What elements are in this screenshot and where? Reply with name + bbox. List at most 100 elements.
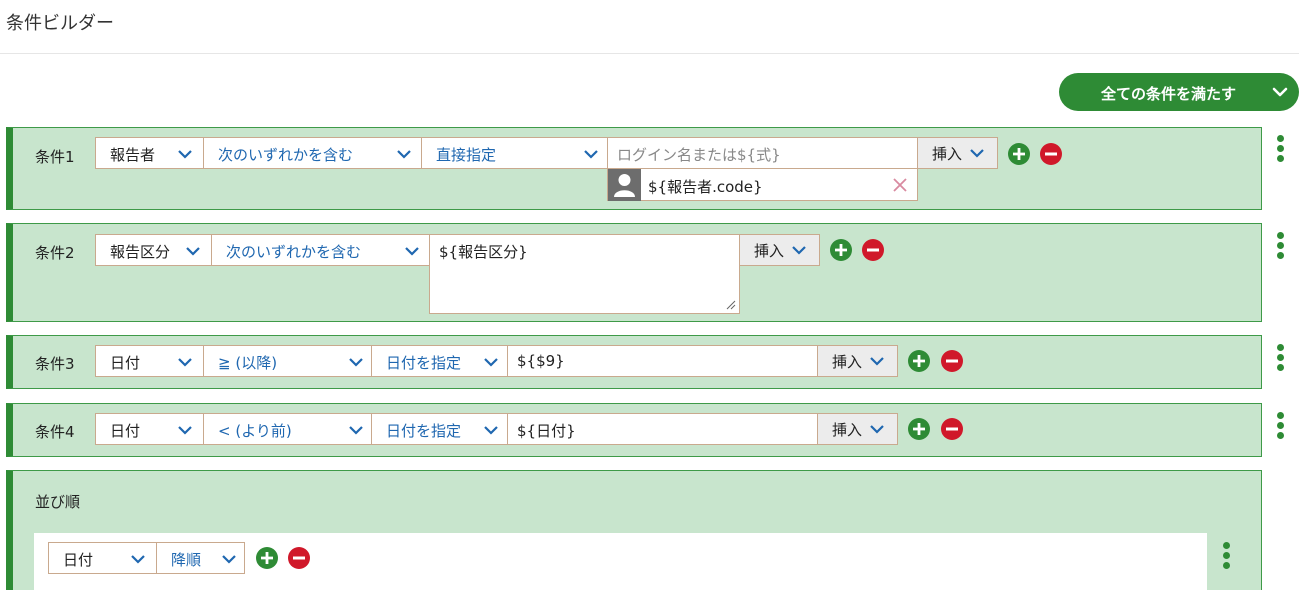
mode-select-value: 日付を指定 — [386, 422, 462, 440]
sort-field-select[interactable]: 日付 — [48, 542, 157, 574]
condition-3-panel: 条件3 日付 ≧ (以降) 日付を指定 ${$9} 挿入 — [6, 335, 1262, 389]
condition-3-menu-icon[interactable] — [1276, 344, 1284, 372]
operator-select-value: ≧ (以降) — [218, 354, 278, 372]
chevron-down-icon — [870, 357, 884, 366]
mode-select-value: 日付を指定 — [386, 354, 462, 372]
insert-button-label: 挿入 — [832, 421, 863, 439]
insert-button[interactable]: 挿入 — [739, 234, 820, 266]
condition-4-menu-icon[interactable] — [1276, 412, 1284, 440]
operator-select[interactable]: ≧ (以降) — [203, 345, 372, 377]
chevron-down-icon — [792, 246, 806, 255]
insert-button[interactable]: 挿入 — [917, 137, 998, 169]
field-select-value: 報告区分 — [110, 243, 171, 261]
minus-icon — [293, 556, 305, 560]
plus-icon — [835, 244, 847, 256]
field-select-value: 日付 — [110, 422, 141, 440]
operator-select-value: < (より前) — [218, 422, 292, 440]
user-chip: ${報告者.code} — [607, 168, 918, 201]
value-input[interactable]: ${$9} — [507, 345, 818, 377]
condition-1-panel: 条件1 報告者 次のいずれかを含む 直接指定 ログイン名または${式} 挿入 $… — [6, 127, 1262, 210]
minus-icon — [867, 248, 879, 252]
chevron-down-icon — [584, 150, 598, 159]
condition-label: 条件2 — [35, 244, 75, 262]
sort-field-value: 日付 — [63, 551, 94, 569]
field-select[interactable]: 日付 — [95, 345, 204, 377]
remove-condition-button[interactable] — [941, 418, 963, 440]
match-mode-label: 全ての条件を満たす — [1101, 85, 1237, 103]
add-condition-button[interactable] — [830, 239, 852, 261]
value-input[interactable]: ${日付} — [507, 413, 818, 445]
chevron-down-icon — [131, 555, 145, 564]
chevron-down-icon — [484, 426, 498, 435]
field-select[interactable]: 報告者 — [95, 137, 204, 169]
mode-select[interactable]: 直接指定 — [421, 137, 608, 169]
sort-row-menu-icon[interactable] — [1222, 542, 1230, 570]
mode-select[interactable]: 日付を指定 — [371, 345, 508, 377]
condition-2-panel: 条件2 報告区分 次のいずれかを含む ${報告区分} 挿入 — [6, 223, 1262, 322]
sort-direction-value: 降順 — [171, 551, 202, 569]
chevron-down-icon — [349, 426, 363, 435]
value-textarea[interactable]: ${報告区分} — [429, 234, 740, 314]
insert-button[interactable]: 挿入 — [817, 345, 898, 377]
add-condition-button[interactable] — [908, 418, 930, 440]
remove-condition-button[interactable] — [862, 239, 884, 261]
chevron-down-icon — [178, 358, 192, 367]
condition-2-menu-icon[interactable] — [1276, 232, 1284, 260]
sort-panel: 並び順 日付 降順 — [6, 470, 1262, 593]
header-divider — [0, 53, 1299, 54]
chevron-down-icon — [484, 358, 498, 367]
operator-select[interactable]: < (より前) — [203, 413, 372, 445]
minus-icon — [946, 359, 958, 363]
resize-handle-icon[interactable] — [726, 300, 736, 310]
add-condition-button[interactable] — [908, 350, 930, 372]
sort-row: 日付 降順 — [34, 533, 1230, 593]
mode-select-value: 直接指定 — [436, 146, 497, 164]
operator-select[interactable]: 次のいずれかを含む — [211, 234, 430, 266]
condition-4-panel: 条件4 日付 < (より前) 日付を指定 ${日付} 挿入 — [6, 403, 1262, 457]
chevron-down-icon — [870, 425, 884, 434]
field-select-value: 報告者 — [110, 146, 156, 164]
condition-label: 条件1 — [35, 148, 75, 166]
chevron-down-icon — [178, 426, 192, 435]
login-name-input[interactable]: ログイン名または${式} — [607, 137, 918, 169]
value-input-text: ${日付} — [517, 422, 576, 440]
chevron-down-icon — [397, 150, 411, 159]
remove-condition-button[interactable] — [941, 350, 963, 372]
field-select-value: 日付 — [110, 354, 141, 372]
plus-icon — [913, 423, 925, 435]
chevron-down-icon — [349, 358, 363, 367]
operator-select-value: 次のいずれかを含む — [218, 146, 354, 164]
chevron-down-icon — [222, 555, 236, 564]
insert-button-label: 挿入 — [932, 145, 963, 163]
add-condition-button[interactable] — [1008, 143, 1030, 165]
add-sort-button[interactable] — [256, 547, 278, 569]
match-mode-dropdown[interactable]: 全ての条件を満たす — [1059, 73, 1299, 111]
field-select[interactable]: 報告区分 — [95, 234, 212, 266]
operator-select[interactable]: 次のいずれかを含む — [203, 137, 422, 169]
sort-direction-select[interactable]: 降順 — [156, 542, 245, 574]
login-name-placeholder: ログイン名または${式} — [617, 146, 781, 164]
insert-button-label: 挿入 — [832, 353, 863, 371]
plus-icon — [261, 552, 273, 564]
plus-icon — [1013, 148, 1025, 160]
minus-icon — [1045, 152, 1057, 156]
field-select[interactable]: 日付 — [95, 413, 204, 445]
chevron-down-icon — [178, 150, 192, 159]
condition-1-menu-icon[interactable] — [1276, 135, 1284, 163]
remove-condition-button[interactable] — [1040, 143, 1062, 165]
value-input-text: ${$9} — [517, 352, 565, 370]
close-icon[interactable] — [892, 177, 908, 193]
chevron-down-icon — [1272, 87, 1288, 97]
insert-button-label: 挿入 — [754, 242, 785, 260]
insert-button[interactable]: 挿入 — [817, 413, 898, 445]
sort-title: 並び順 — [35, 493, 81, 511]
user-chip-label: ${報告者.code} — [648, 178, 763, 196]
plus-icon — [913, 355, 925, 367]
page-title: 条件ビルダー — [6, 13, 114, 34]
user-avatar-icon — [608, 169, 641, 201]
remove-sort-button[interactable] — [288, 547, 310, 569]
chevron-down-icon — [970, 149, 984, 158]
condition-label: 条件4 — [35, 423, 75, 441]
mode-select[interactable]: 日付を指定 — [371, 413, 508, 445]
operator-select-value: 次のいずれかを含む — [226, 243, 362, 261]
